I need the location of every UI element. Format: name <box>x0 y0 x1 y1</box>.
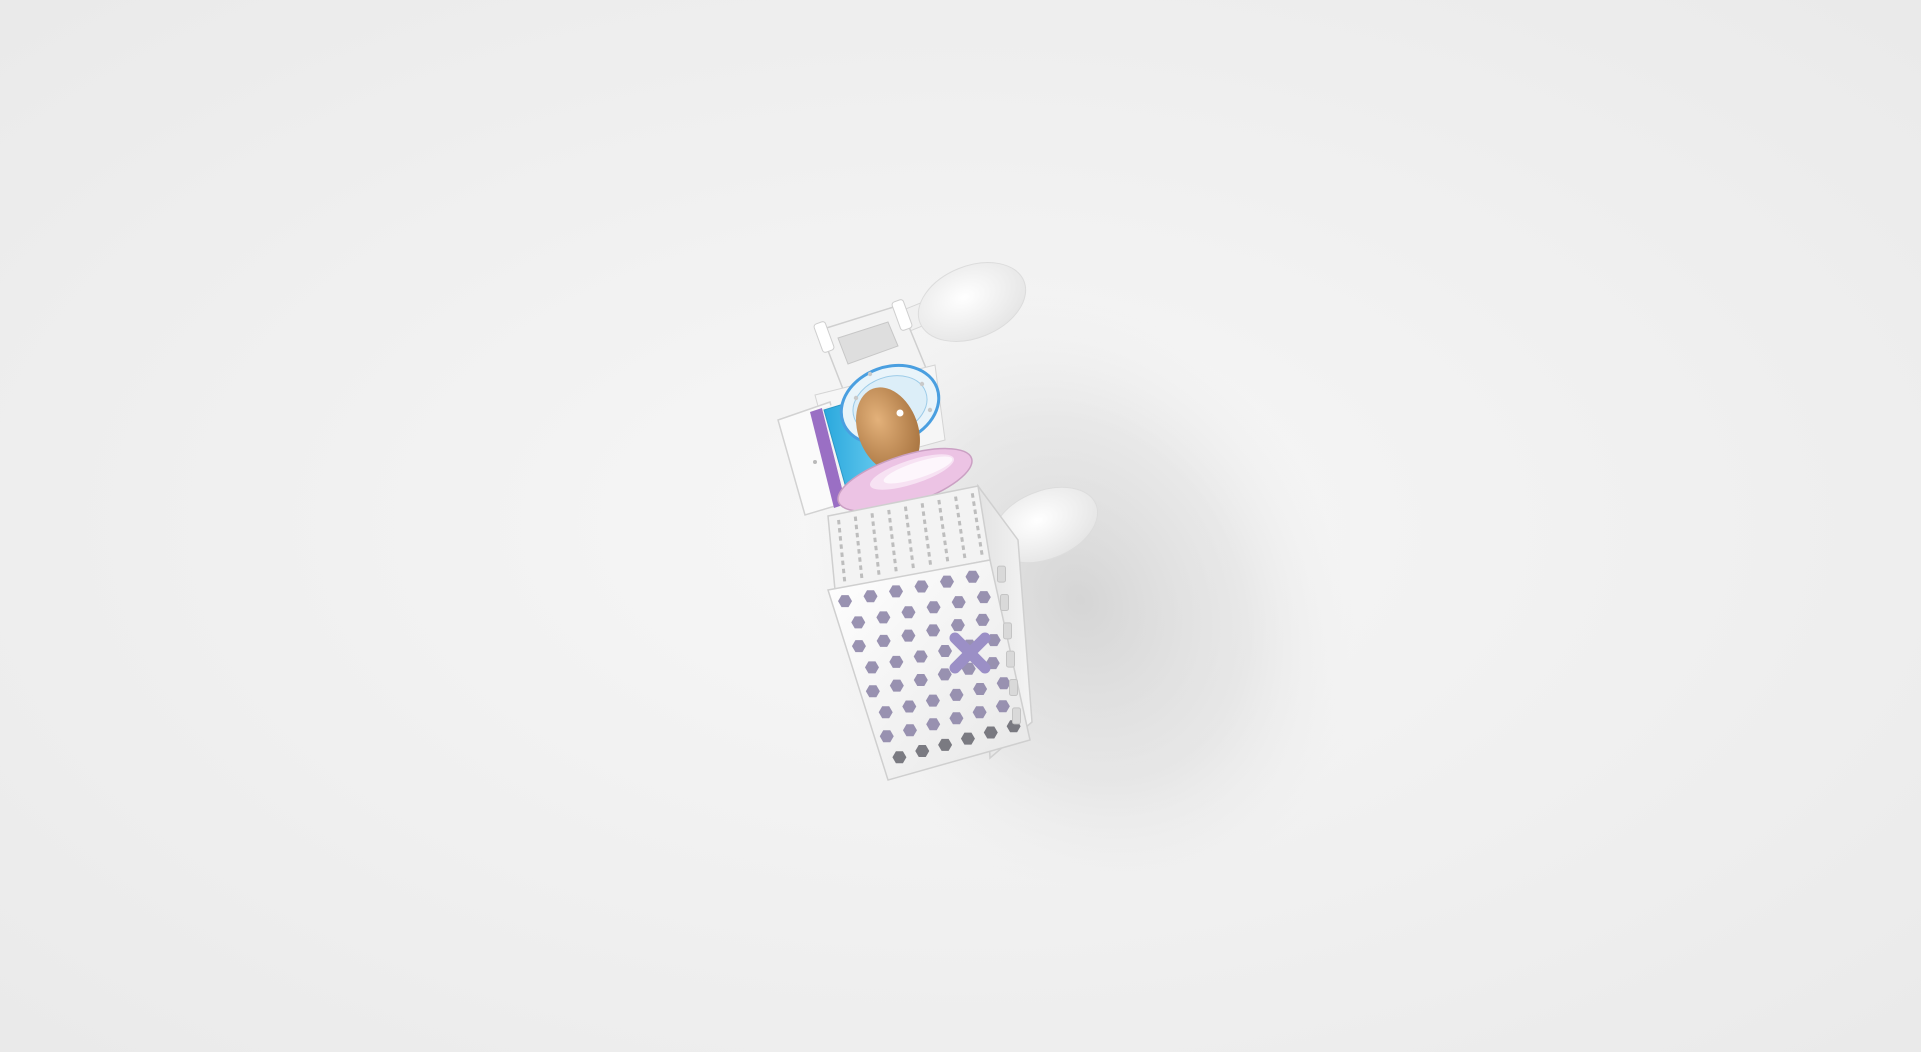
louvre-slot <box>955 504 959 510</box>
louvre-slot <box>894 566 898 572</box>
louvre-slot <box>888 517 892 523</box>
louvre-slot <box>957 520 962 526</box>
louvre-slot <box>906 522 910 528</box>
louvre-slot <box>927 551 931 557</box>
louvre-slot <box>892 550 896 556</box>
louvre-slot <box>944 548 949 554</box>
louvre-slot <box>945 556 950 562</box>
louvre-slot <box>978 541 983 547</box>
louvre-slot <box>974 517 979 523</box>
louvre-slot <box>908 538 912 544</box>
louvre-slot <box>921 511 926 517</box>
louvre-slot <box>874 545 878 551</box>
side-port <box>1009 679 1018 696</box>
louvre-slot <box>972 501 976 507</box>
louvre-slot <box>904 514 909 520</box>
louvre-slot <box>876 561 880 567</box>
louvre-slot <box>891 542 895 548</box>
louvre-slot <box>887 509 891 515</box>
louvre-slot <box>938 507 943 513</box>
louvre-slot <box>925 535 929 541</box>
louvre-slot <box>877 570 881 575</box>
louvre-slot <box>871 521 875 527</box>
louvre-slot <box>903 506 908 512</box>
louvre-slot <box>937 499 941 505</box>
louvre-slot <box>889 526 893 531</box>
louvre-slot <box>893 558 897 564</box>
louvre-slot <box>975 525 980 531</box>
louvre-slot <box>922 519 927 525</box>
side-port <box>1006 650 1015 668</box>
side-port <box>1012 707 1021 725</box>
louvre-slot <box>907 530 911 536</box>
render-stage <box>0 0 1921 1052</box>
louvre-slot <box>961 545 966 551</box>
louvre-slot <box>977 533 981 539</box>
louvre-slot <box>960 537 964 542</box>
louvre-slot <box>911 563 915 569</box>
louvre-slot <box>870 513 875 518</box>
louvre-slot <box>956 512 961 518</box>
side-port <box>997 565 1006 583</box>
louvre-slot <box>939 515 944 521</box>
louvre-slot <box>872 529 876 535</box>
side-port <box>1000 594 1009 611</box>
louvre-slot <box>943 540 947 546</box>
louvre-slot <box>940 524 945 529</box>
louvre-slot <box>909 547 913 552</box>
louvre-slot <box>942 532 946 538</box>
louvre-slot <box>923 527 928 533</box>
louvre-slot <box>973 509 978 515</box>
satellite-render <box>0 0 1921 1052</box>
louvre-slot <box>873 537 877 543</box>
louvre-slot <box>954 496 958 502</box>
louvre-slot <box>875 553 879 559</box>
louvre-slot <box>910 555 914 561</box>
louvre-slot <box>979 549 984 555</box>
louvre-slot <box>962 553 967 559</box>
louvre-slot <box>926 543 930 549</box>
louvre-slot <box>920 503 925 508</box>
louvre-slot <box>928 560 933 565</box>
louvre-slot <box>970 493 975 498</box>
side-port <box>1003 622 1012 640</box>
louvre-slot <box>890 534 894 539</box>
louvre-slot <box>959 528 963 534</box>
